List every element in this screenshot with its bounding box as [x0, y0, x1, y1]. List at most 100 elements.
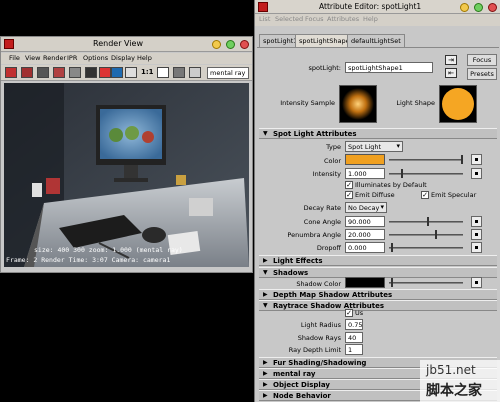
- menu-ipr[interactable]: IPR: [67, 54, 77, 62]
- shadow-color-slider[interactable]: [389, 282, 463, 284]
- attribute-editor-window: Attribute Editor: spotLight1 List Select…: [254, 0, 500, 402]
- menu-list[interactable]: List: [259, 15, 270, 23]
- shadow-color-slider-knob[interactable]: [391, 278, 393, 287]
- render-info-line2: Frame: 2 Render Time: 3:07 Camera: camer…: [6, 256, 171, 264]
- penumbra-angle-label: Penumbra Angle: [287, 231, 341, 239]
- menu-help[interactable]: Help: [137, 54, 152, 62]
- menu-attributes[interactable]: Attributes: [327, 15, 359, 23]
- close-icon[interactable]: [240, 40, 249, 49]
- render-info-line1: size: 400 300 zoom: 1.000 (mental ray): [34, 246, 183, 254]
- presets-button[interactable]: Presets: [467, 68, 497, 80]
- section-depth-map-shadow[interactable]: ▶ Depth Map Shadow Attributes: [259, 289, 497, 300]
- ray-depth-limit-label: Ray Depth Limit: [288, 346, 341, 354]
- dropoff-label: Dropoff: [316, 244, 341, 252]
- menu-file[interactable]: File: [9, 54, 20, 62]
- collapse-triangle-icon: ▶: [263, 381, 268, 388]
- expand-triangle-icon: ▼: [263, 302, 268, 309]
- menu-selected[interactable]: Selected: [275, 15, 303, 23]
- cone-angle-slider-knob[interactable]: [427, 217, 429, 226]
- section-spot-light-attributes[interactable]: ▼ Spot Light Attributes: [259, 128, 497, 139]
- remove-image-icon[interactable]: [173, 67, 185, 78]
- color-slider-knob[interactable]: [461, 155, 463, 164]
- intensity-label: Intensity: [312, 170, 341, 178]
- alpha-channel-icon[interactable]: [111, 67, 123, 78]
- close-icon[interactable]: [488, 3, 497, 12]
- section-title: Depth Map Shadow Attributes: [273, 291, 393, 299]
- tab-defaultlightset[interactable]: defaultLightSet: [347, 34, 405, 47]
- redo-render-icon[interactable]: [5, 67, 17, 78]
- cone-angle-slider[interactable]: [389, 221, 463, 223]
- ratio-label[interactable]: 1:1: [141, 68, 154, 76]
- shadow-color-map-button[interactable]: [471, 277, 482, 288]
- light-radius-label: Light Radius: [300, 321, 341, 329]
- use-ray-trace-shadows-checkbox[interactable]: ✓: [345, 309, 353, 317]
- keep-image-icon[interactable]: [157, 67, 169, 78]
- render-view-titlebar[interactable]: Render View: [1, 37, 252, 52]
- type-dropdown[interactable]: Spot Light: [345, 141, 403, 152]
- snapshot-icon[interactable]: [37, 67, 49, 78]
- watermark-line1: jb51.net: [426, 363, 476, 377]
- penumbra-angle-map-button[interactable]: [471, 229, 482, 240]
- minimize-icon[interactable]: [212, 40, 221, 49]
- shadow-color-swatch[interactable]: [345, 277, 385, 288]
- expand-triangle-icon: ▼: [263, 269, 268, 276]
- rgb-channel-icon[interactable]: [85, 67, 97, 78]
- section-light-effects[interactable]: ▶ Light Effects: [259, 255, 497, 266]
- section-title: Spot Light Attributes: [273, 130, 357, 138]
- attribute-editor-titlebar[interactable]: Attribute Editor: spotLight1: [255, 0, 500, 14]
- color-slider[interactable]: [389, 159, 463, 161]
- ipr-render-icon[interactable]: [53, 67, 65, 78]
- render-view-toolbar: 1:1 mental ray: [1, 65, 252, 81]
- renderer-select[interactable]: mental ray: [207, 67, 249, 79]
- menu-display[interactable]: Display: [111, 54, 135, 62]
- intensity-field[interactable]: 1.000: [345, 168, 385, 179]
- color-map-button[interactable]: [471, 154, 482, 165]
- emit-diffuse-checkbox[interactable]: ✓: [345, 191, 353, 199]
- penumbra-angle-field[interactable]: 20.000: [345, 229, 385, 240]
- emit-specular-checkbox[interactable]: ✓: [421, 191, 429, 199]
- menu-render[interactable]: Render: [43, 54, 66, 62]
- type-label: Type: [326, 143, 341, 151]
- window-title: Attribute Editor: spotLight1: [319, 2, 422, 11]
- emit-diffuse-label: Emit Diffuse: [355, 191, 395, 199]
- light-shape-label: Light Shape: [396, 99, 435, 107]
- maya-logo-icon: [258, 2, 268, 12]
- refresh-icon[interactable]: [69, 67, 81, 78]
- menu-options[interactable]: Options: [83, 54, 108, 62]
- light-radius-field[interactable]: 0.750: [345, 319, 363, 330]
- menu-view[interactable]: View: [25, 54, 40, 62]
- maximize-icon[interactable]: [474, 3, 483, 12]
- dropoff-map-button[interactable]: [471, 242, 482, 253]
- cone-angle-field[interactable]: 90.000: [345, 216, 385, 227]
- section-raytrace-shadow[interactable]: ▼ Raytrace Shadow Attributes: [259, 300, 497, 311]
- collapse-triangle-icon: ▶: [263, 359, 268, 366]
- illuminates-by-default-checkbox[interactable]: ✓: [345, 181, 353, 189]
- ray-depth-limit-field[interactable]: 1: [345, 344, 363, 355]
- minimize-icon[interactable]: [460, 3, 469, 12]
- menu-focus[interactable]: Focus: [305, 15, 324, 23]
- light-shape-circle-icon: [442, 88, 474, 120]
- menu-help[interactable]: Help: [363, 15, 378, 23]
- intensity-slider-knob[interactable]: [401, 169, 403, 178]
- penumbra-angle-slider[interactable]: [389, 234, 463, 236]
- red-channel-icon[interactable]: [99, 67, 111, 78]
- intensity-map-button[interactable]: [471, 168, 482, 179]
- shadow-rays-field[interactable]: 40: [345, 332, 363, 343]
- render-region-icon[interactable]: [21, 67, 33, 78]
- dropoff-field[interactable]: 0.000: [345, 242, 385, 253]
- select-node-icon[interactable]: ⇥: [445, 55, 457, 65]
- renderer-toggle-icon[interactable]: [189, 67, 201, 78]
- dropoff-slider-knob[interactable]: [391, 243, 393, 252]
- decay-rate-dropdown[interactable]: No Decay: [345, 202, 387, 213]
- show-output-icon[interactable]: ⇤: [445, 68, 457, 78]
- cone-angle-map-button[interactable]: [471, 216, 482, 227]
- focus-button[interactable]: Focus: [467, 54, 497, 66]
- node-name-field[interactable]: spotLightShape1: [345, 62, 433, 73]
- dropoff-slider[interactable]: [389, 247, 463, 249]
- section-title: Object Display: [273, 381, 330, 389]
- collapse-triangle-icon: ▶: [263, 392, 268, 399]
- maximize-icon[interactable]: [226, 40, 235, 49]
- color-swatch[interactable]: [345, 154, 385, 165]
- penumbra-angle-slider-knob[interactable]: [435, 230, 437, 239]
- luminance-icon[interactable]: [125, 67, 137, 78]
